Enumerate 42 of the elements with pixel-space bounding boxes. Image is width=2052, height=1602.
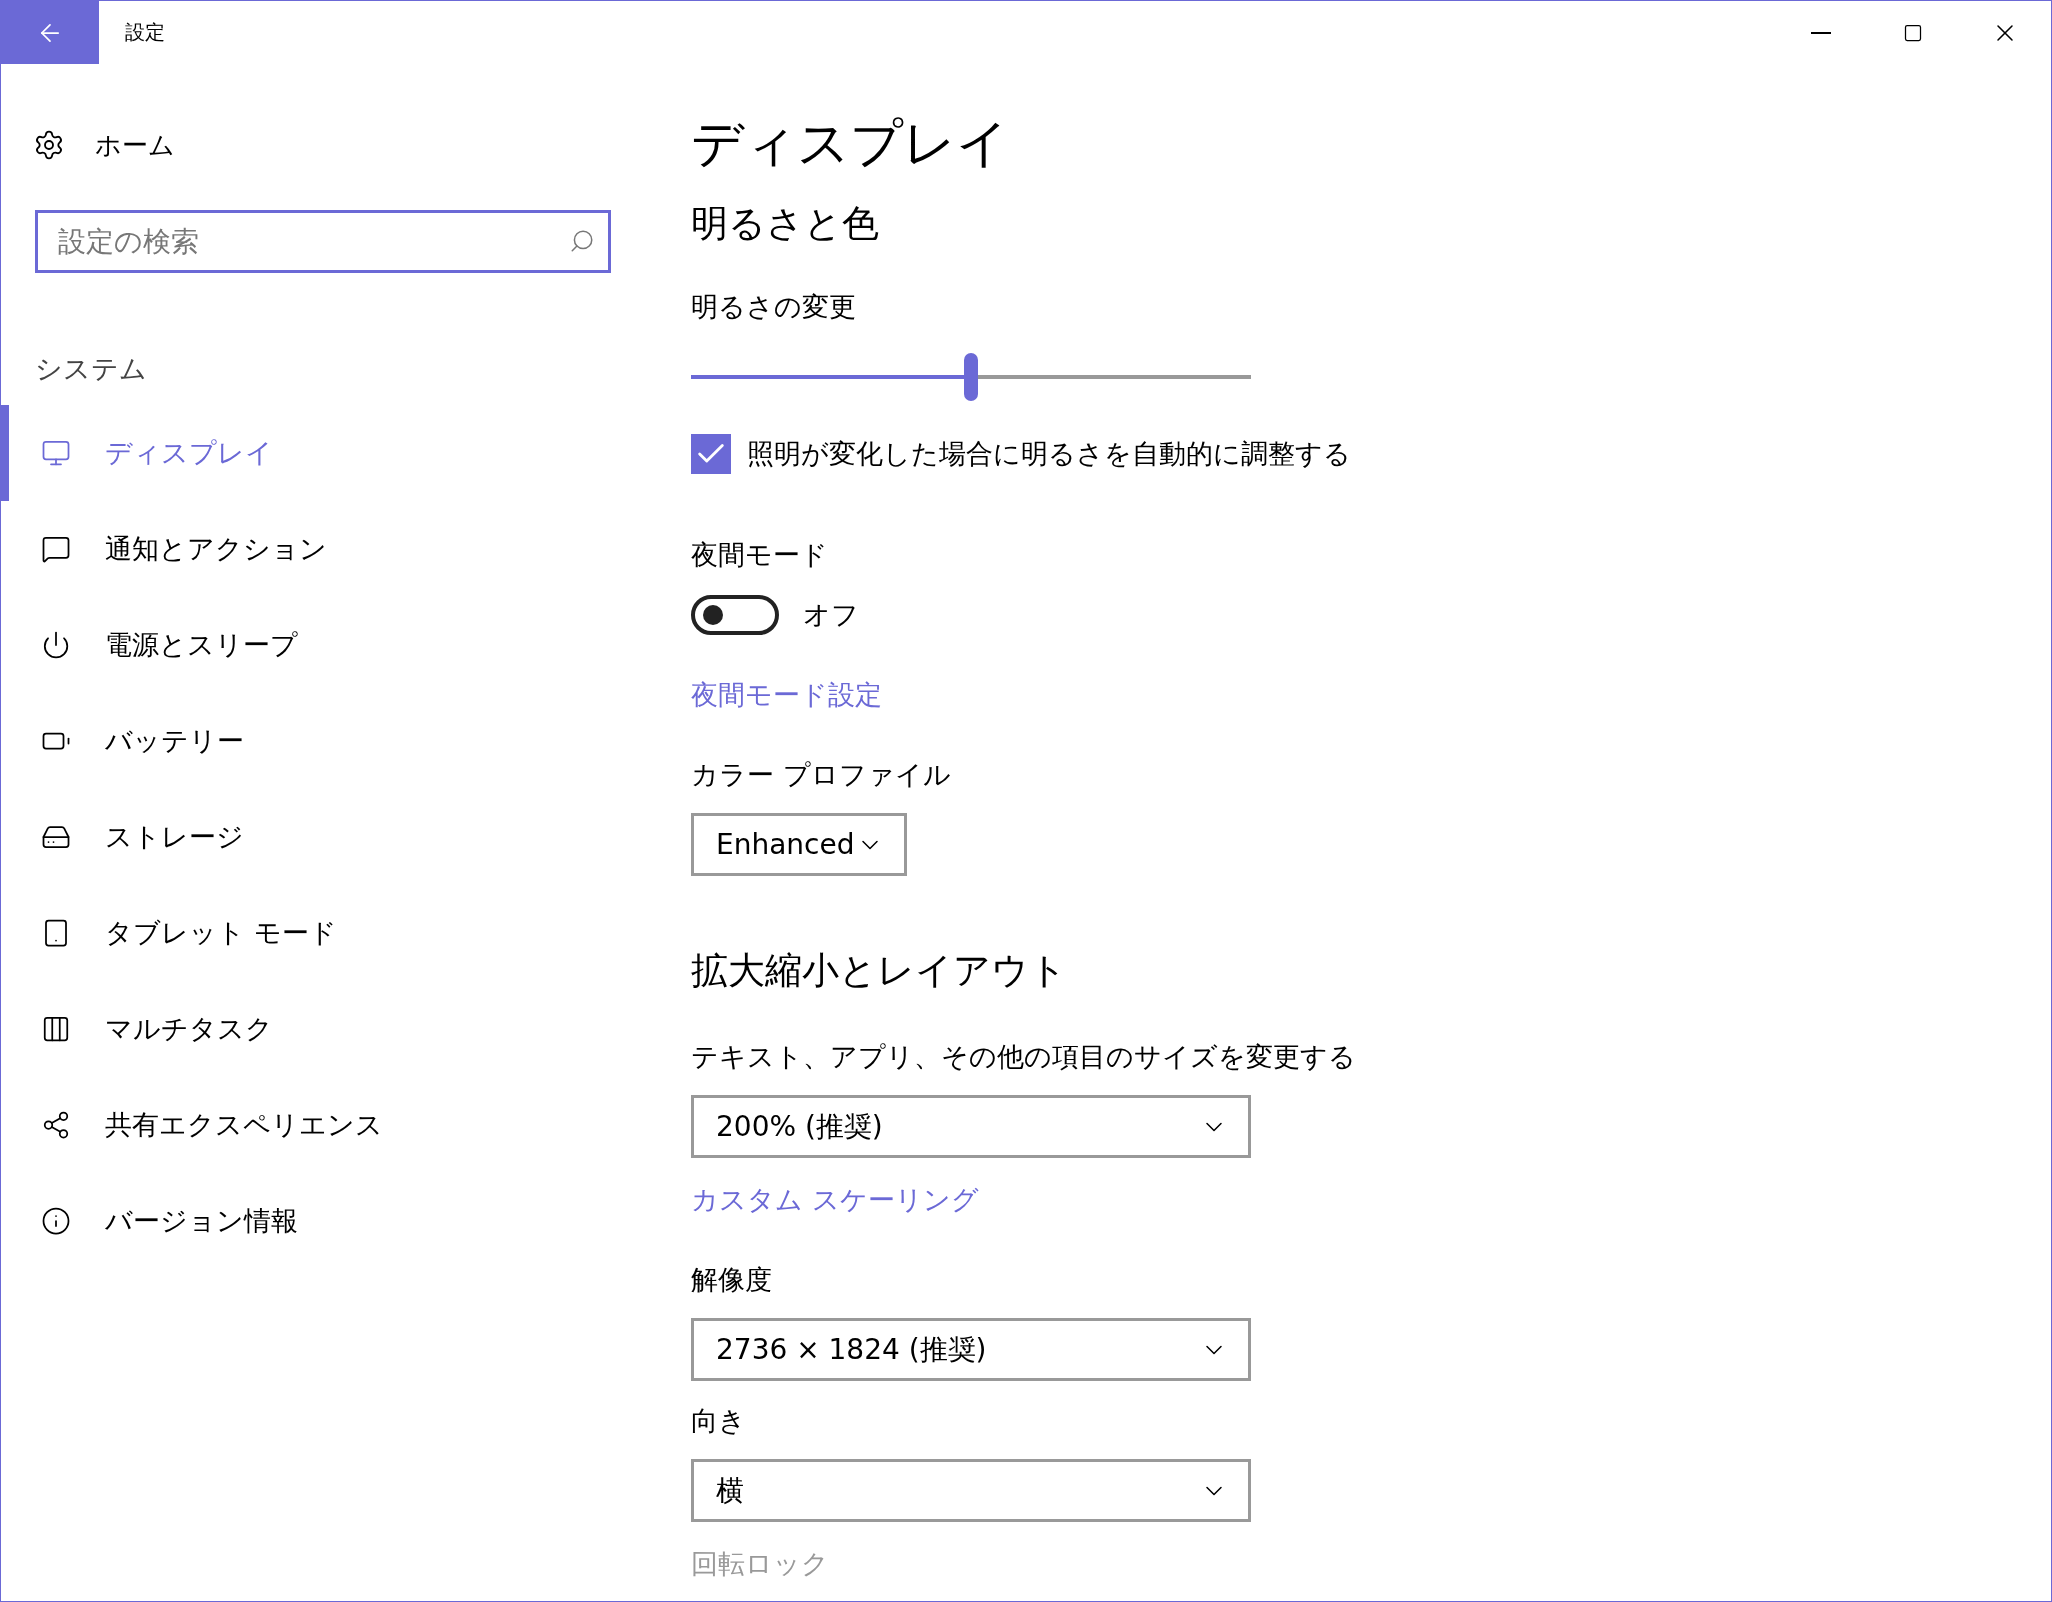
group-heading: システム	[35, 352, 148, 386]
orientation-label: 向き	[691, 1404, 747, 1438]
resolution-dropdown[interactable]: 2736 × 1824 (推奨)	[691, 1318, 1251, 1381]
maximize-icon	[1903, 22, 1923, 43]
size-label: テキスト、アプリ、その他の項目のサイズを変更する	[691, 1040, 1357, 1074]
brightness-slider[interactable]	[691, 353, 1251, 401]
sidebar-item[interactable]: タブレット モード	[1, 885, 691, 981]
share-icon	[41, 1110, 71, 1140]
night-mode-toggle[interactable]	[691, 595, 779, 635]
minimize-icon	[1811, 31, 1831, 34]
color-profile-label: カラー プロファイル	[691, 758, 952, 792]
resolution-label: 解像度	[691, 1263, 773, 1297]
orientation-dropdown[interactable]: 横	[691, 1459, 1251, 1522]
checkbox-label: 照明が変化した場合に明るさを自動的に調整する	[747, 437, 1351, 471]
color-profile-dropdown[interactable]: Enhanced	[691, 813, 907, 876]
scale-dropdown[interactable]: 200% (推奨)	[691, 1095, 1251, 1158]
window-title: 設定	[125, 19, 166, 46]
brightness-label: 明るさの変更	[691, 290, 857, 324]
night-mode-label: 夜間モード	[691, 538, 829, 572]
sidebar-item[interactable]: バージョン情報	[1, 1173, 691, 1269]
page-title: ディスプレイ	[691, 112, 1010, 175]
slider-thumb[interactable]	[964, 353, 978, 401]
section-heading: 明るさと色	[691, 201, 880, 247]
sidebar-item[interactable]: 通知とアクション	[1, 501, 691, 597]
search-icon	[569, 228, 595, 254]
section-heading: 拡大縮小とレイアウト	[691, 948, 1068, 994]
sidebar-item[interactable]: ストレージ	[1, 789, 691, 885]
rotation-lock-label: 回転ロック	[691, 1547, 830, 1581]
auto-brightness-checkbox[interactable]	[691, 434, 731, 474]
display-icon	[41, 438, 71, 468]
power-icon	[41, 630, 71, 660]
home-link[interactable]: ホーム	[95, 127, 175, 163]
toggle-state: オフ	[803, 598, 859, 632]
search-field[interactable]: 設定の検索	[35, 210, 611, 273]
sidebar-item[interactable]: 共有エクスペリエンス	[1, 1077, 691, 1173]
sidebar-item[interactable]: 電源とスリープ	[1, 597, 691, 693]
info-icon	[41, 1206, 71, 1236]
sidebar-item[interactable]: マルチタスク	[1, 981, 691, 1077]
custom-scaling-link[interactable]: カスタム スケーリング	[691, 1182, 2051, 1222]
sidebar-item[interactable]: バッテリー	[1, 693, 691, 789]
night-mode-settings-link[interactable]: 夜間モード設定	[691, 677, 2051, 717]
settings-icon	[33, 129, 65, 161]
